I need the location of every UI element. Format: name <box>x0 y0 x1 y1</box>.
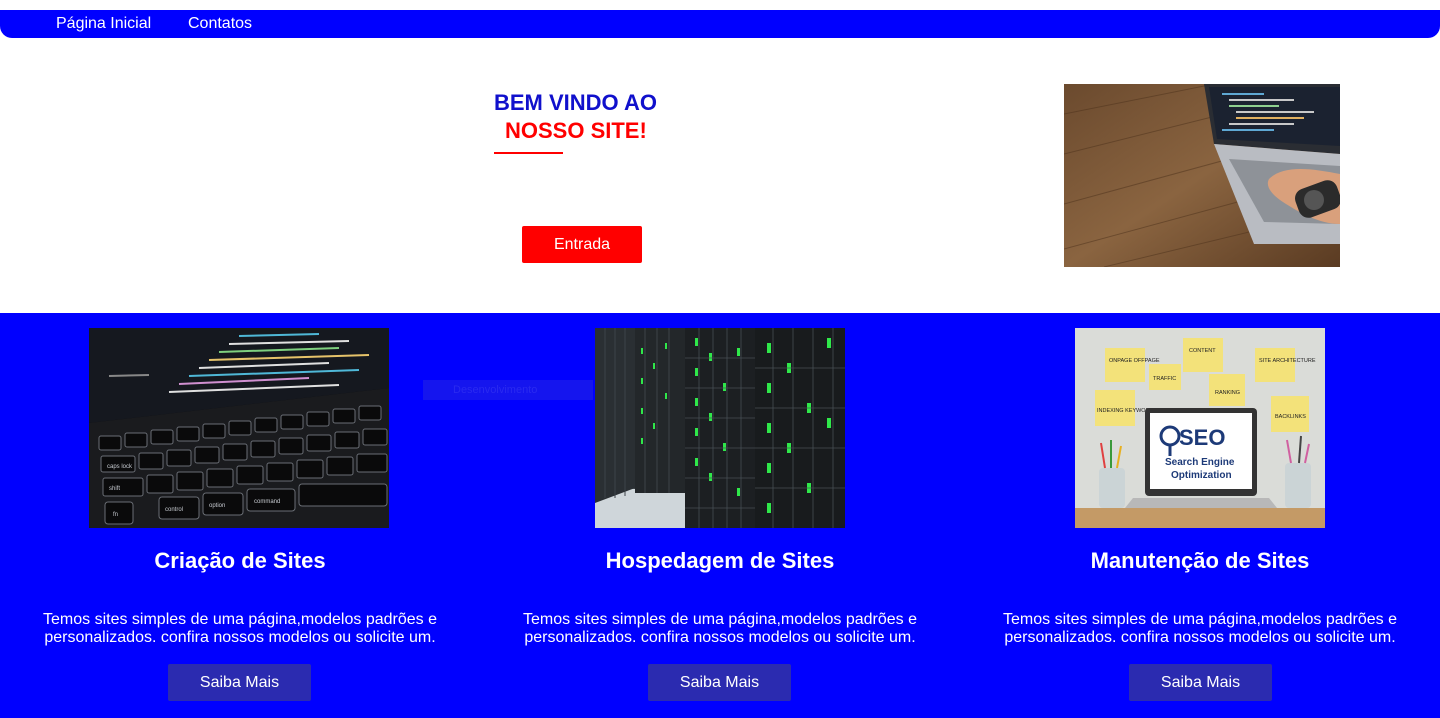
services-section: Desenvolvimento caps lock shift fn contr… <box>0 313 1440 718</box>
sticky-note-backlinks: BACKLINKS <box>1275 414 1306 420</box>
saiba-mais-button-creation[interactable]: Saiba Mais <box>168 664 311 701</box>
saiba-mais-button-maintenance[interactable]: Saiba Mais <box>1129 664 1272 701</box>
sticky-note-onpage: ONPAGE OFFPAGE <box>1109 358 1160 364</box>
nav-link-contacts[interactable]: Contatos <box>188 15 252 33</box>
seo-screen-subtitle-line1: Search Engine <box>1165 457 1235 468</box>
key-control-label: control <box>165 507 183 513</box>
hero-title-line2: NOSSO SITE! <box>505 118 647 143</box>
service-card-creation: caps lock shift fn control option comman… <box>0 313 480 718</box>
seo-laptop-photo: ONPAGE OFFPAGE CONTENT SITE ARCHITECTURE… <box>1075 328 1325 528</box>
hero-title-line1: BEM VINDO AO <box>494 90 657 115</box>
seo-screen-subtitle-line2: Optimization <box>1171 470 1232 481</box>
top-navbar: Página Inicial Contatos <box>0 10 1440 38</box>
key-caps-lock-label: caps lock <box>107 464 133 470</box>
keyboard-code-photo: caps lock shift fn control option comman… <box>89 328 389 528</box>
nav-link-home[interactable]: Página Inicial <box>56 15 151 33</box>
key-shift-label: shift <box>109 486 120 492</box>
saiba-mais-button-hosting[interactable]: Saiba Mais <box>648 664 791 701</box>
service-description-maintenance: Temos sites simples de uma página,modelo… <box>1003 611 1397 646</box>
sticky-note-architecture: SITE ARCHITECTURE <box>1259 358 1316 364</box>
service-title-creation: Criação de Sites <box>154 548 326 573</box>
entrada-button[interactable]: Entrada <box>522 226 642 263</box>
server-rack-photo <box>595 328 845 528</box>
service-title-maintenance: Manutenção de Sites <box>1090 548 1310 573</box>
laptop-typing-photo <box>1064 84 1340 267</box>
seo-screen-title: SEO <box>1179 425 1225 450</box>
sticky-note-content: CONTENT <box>1189 348 1216 354</box>
hero-title: BEM VINDO AO NOSSO SITE! <box>494 89 694 145</box>
key-fn-label: fn <box>113 512 118 518</box>
service-card-maintenance: ONPAGE OFFPAGE CONTENT SITE ARCHITECTURE… <box>960 313 1440 718</box>
sticky-note-traffic: TRAFFIC <box>1153 376 1176 382</box>
key-command-label: command <box>254 499 280 505</box>
service-description-creation: Temos sites simples de uma página,modelo… <box>43 611 437 646</box>
hero-title-underline <box>494 152 563 154</box>
key-option-label: option <box>209 503 225 509</box>
service-title-hosting: Hospedagem de Sites <box>605 548 835 573</box>
sticky-note-ranking: RANKING <box>1215 390 1240 396</box>
service-description-hosting: Temos sites simples de uma página,modelo… <box>523 611 917 646</box>
service-card-hosting: Hospedagem de Sites Temos sites simples … <box>480 313 960 718</box>
